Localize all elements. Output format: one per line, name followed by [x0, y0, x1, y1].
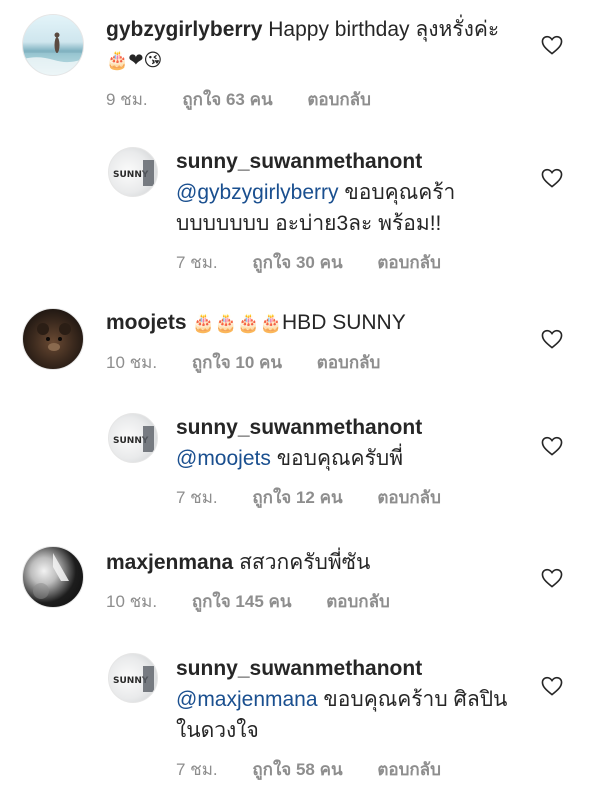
- comment-text-continued: ในดวงใจ: [176, 719, 259, 742]
- avatar[interactable]: [22, 14, 84, 76]
- comment-text: สสวกครับพี่ซัน: [239, 551, 371, 574]
- comment-time: 7 ชม.: [176, 760, 218, 779]
- heart-icon[interactable]: [541, 35, 563, 55]
- comment-username[interactable]: maxjenmana: [106, 551, 233, 574]
- heart-icon[interactable]: [541, 676, 563, 696]
- comment-time: 9 ชม.: [106, 90, 148, 109]
- avatar[interactable]: SUNNY: [108, 147, 158, 197]
- comment-time: 7 ชม.: [176, 488, 218, 507]
- comment-username[interactable]: sunny_suwanmethanont: [176, 150, 422, 173]
- comment-text: HBD SUNNY: [282, 311, 406, 334]
- comment-meta: 7 ชม. ถูกใจ 58 คน ตอบกลับ: [176, 756, 507, 783]
- likes-count[interactable]: ถูกใจ 63 คน: [182, 86, 272, 113]
- comment-text: ขอบคุณคร้าบ ศิลปิน: [323, 688, 508, 711]
- comment-time: 10 ชม.: [106, 592, 158, 611]
- reply-button[interactable]: ตอบกลับ: [377, 249, 441, 276]
- comment-meta: 10 ชม. ถูกใจ 10 คน ตอบกลับ: [106, 349, 410, 376]
- heart-icon[interactable]: [541, 168, 563, 188]
- reply-button[interactable]: ตอบกลับ: [377, 756, 441, 783]
- mention-link[interactable]: @moojets: [176, 447, 271, 470]
- comment-username[interactable]: sunny_suwanmethanont: [176, 416, 422, 439]
- heart-icon[interactable]: [541, 329, 563, 349]
- comment-time: 7 ชม.: [176, 253, 218, 272]
- comment-time: 10 ชม.: [106, 353, 158, 372]
- comment-text: ขอบคุณคร้า: [344, 181, 456, 204]
- heart-icon[interactable]: [541, 436, 563, 456]
- comment-username[interactable]: moojets: [106, 311, 187, 334]
- reply-button[interactable]: ตอบกลับ: [317, 349, 381, 376]
- likes-count[interactable]: ถูกใจ 145 คน: [192, 588, 292, 615]
- comment-text-continued: บบบบบบบ อะบ่าย3ละ พร้อม!!: [176, 212, 442, 235]
- comment-meta: 9 ชม. ถูกใจ 63 คน ตอบกลับ: [106, 86, 499, 113]
- reply-button[interactable]: ตอบกลับ: [326, 588, 390, 615]
- heart-icon[interactable]: [541, 568, 563, 588]
- reply-button[interactable]: ตอบกลับ: [307, 86, 371, 113]
- comment-text: Happy birthday ลุงหรั่งค่ะ: [268, 18, 500, 41]
- likes-count[interactable]: ถูกใจ 12 คน: [252, 484, 342, 511]
- comment-meta: 10 ชม. ถูกใจ 145 คน ตอบกลับ: [106, 588, 420, 615]
- avatar[interactable]: [22, 546, 84, 608]
- comment-meta: 7 ชม. ถูกใจ 30 คน ตอบกลับ: [176, 249, 471, 276]
- comment-emoji: 🎂❤😘: [106, 50, 163, 70]
- comment-meta: 7 ชม. ถูกใจ 12 คน ตอบกลับ: [176, 484, 471, 511]
- reply-button[interactable]: ตอบกลับ: [377, 484, 441, 511]
- avatar[interactable]: SUNNY: [108, 653, 158, 703]
- avatar[interactable]: SUNNY: [108, 413, 158, 463]
- mention-link[interactable]: @maxjenmana: [176, 688, 318, 711]
- avatar[interactable]: [22, 308, 84, 370]
- comment-emoji: 🎂🎂🎂🎂: [192, 313, 283, 333]
- likes-count[interactable]: ถูกใจ 58 คน: [252, 756, 342, 783]
- comment-username[interactable]: gybzygirlyberry: [106, 18, 262, 41]
- mention-link[interactable]: @gybzygirlyberry: [176, 181, 339, 204]
- likes-count[interactable]: ถูกใจ 30 คน: [252, 249, 342, 276]
- comment-text: ขอบคุณครับพี่: [276, 447, 404, 470]
- comment-username[interactable]: sunny_suwanmethanont: [176, 657, 422, 680]
- likes-count[interactable]: ถูกใจ 10 คน: [192, 349, 282, 376]
